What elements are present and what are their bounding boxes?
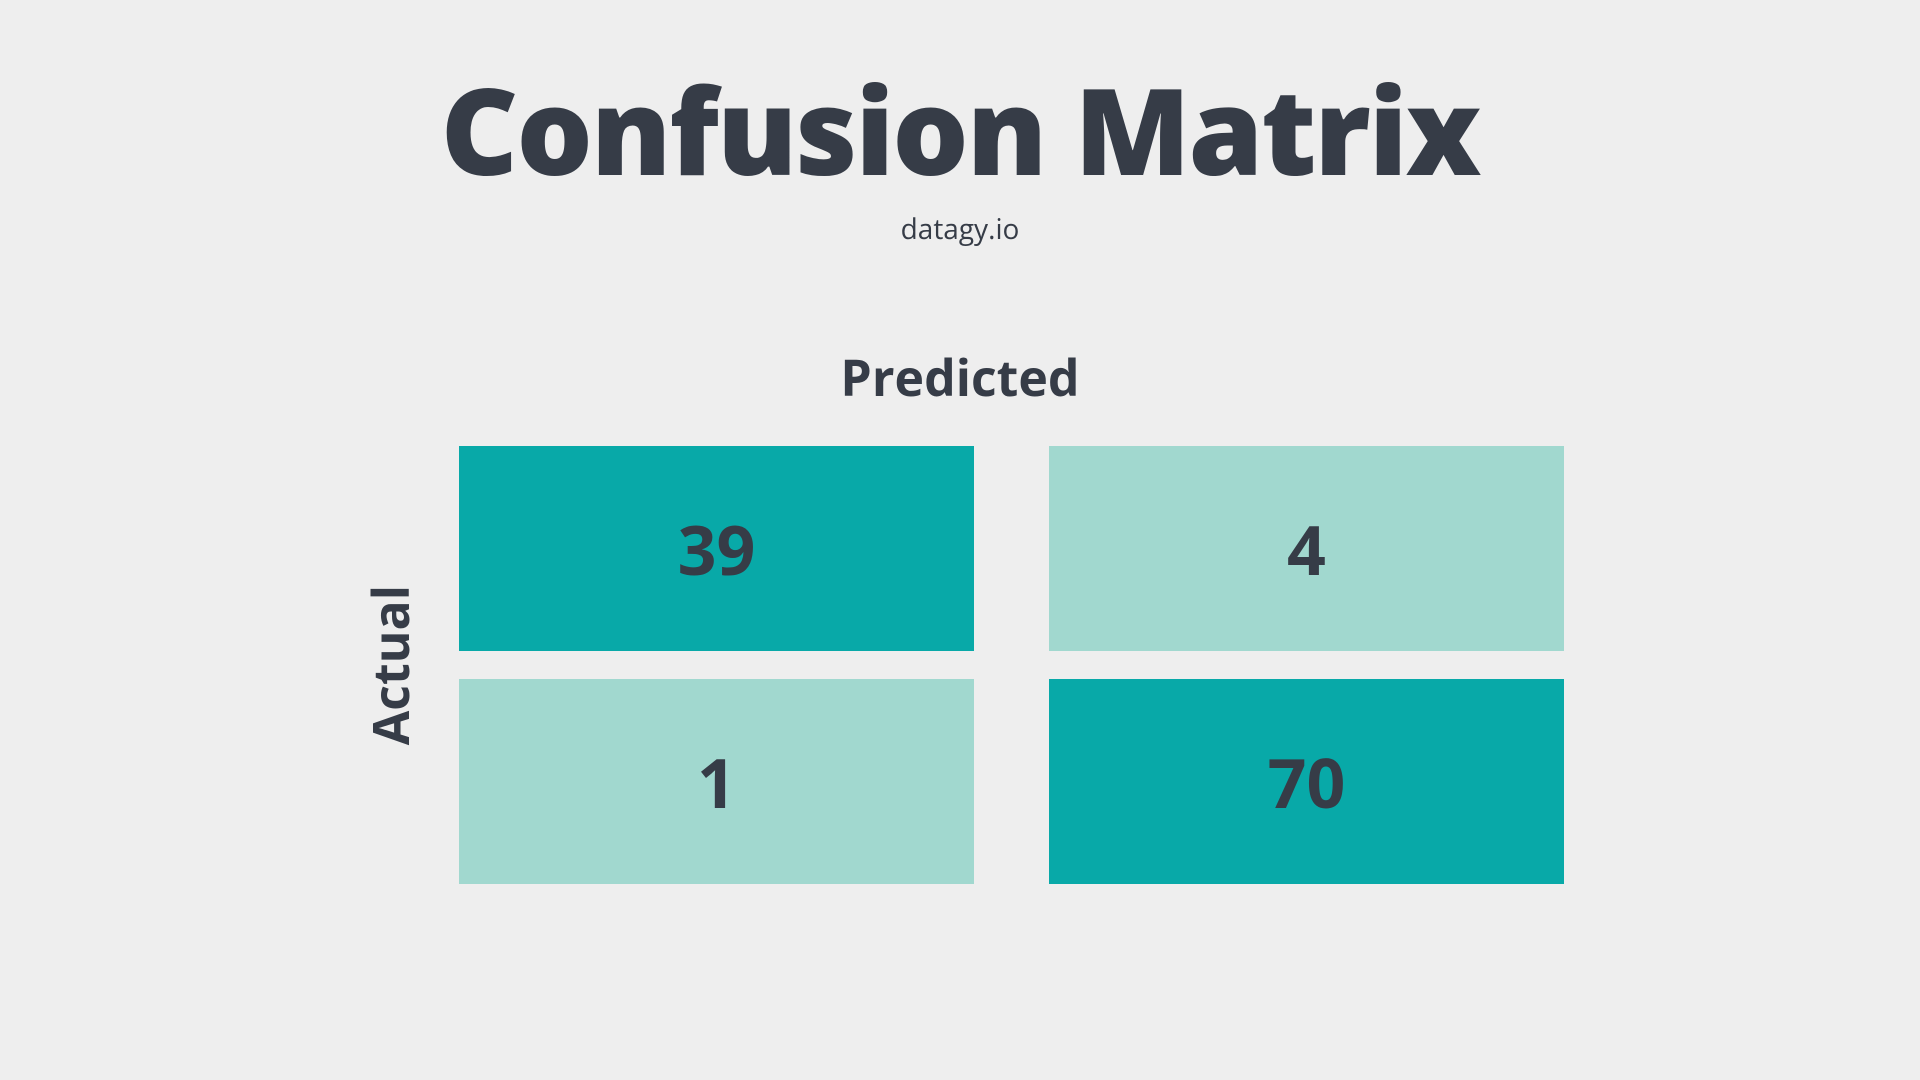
confusion-matrix-grid: 39 4 1 70: [459, 446, 1564, 884]
matrix-cell-top-left: 39: [459, 446, 974, 651]
matrix-cell-bottom-right: 70: [1049, 679, 1564, 884]
matrix-cell-top-right: 4: [1049, 446, 1564, 651]
matrix-wrapper: Actual 39 4 1 70: [356, 446, 1564, 884]
column-axis-label: Predicted: [840, 343, 1079, 411]
main-title: Confusion Matrix: [441, 70, 1480, 190]
row-axis-label: Actual: [356, 585, 424, 745]
subtitle: datagy.io: [901, 210, 1020, 248]
matrix-cell-bottom-left: 1: [459, 679, 974, 884]
